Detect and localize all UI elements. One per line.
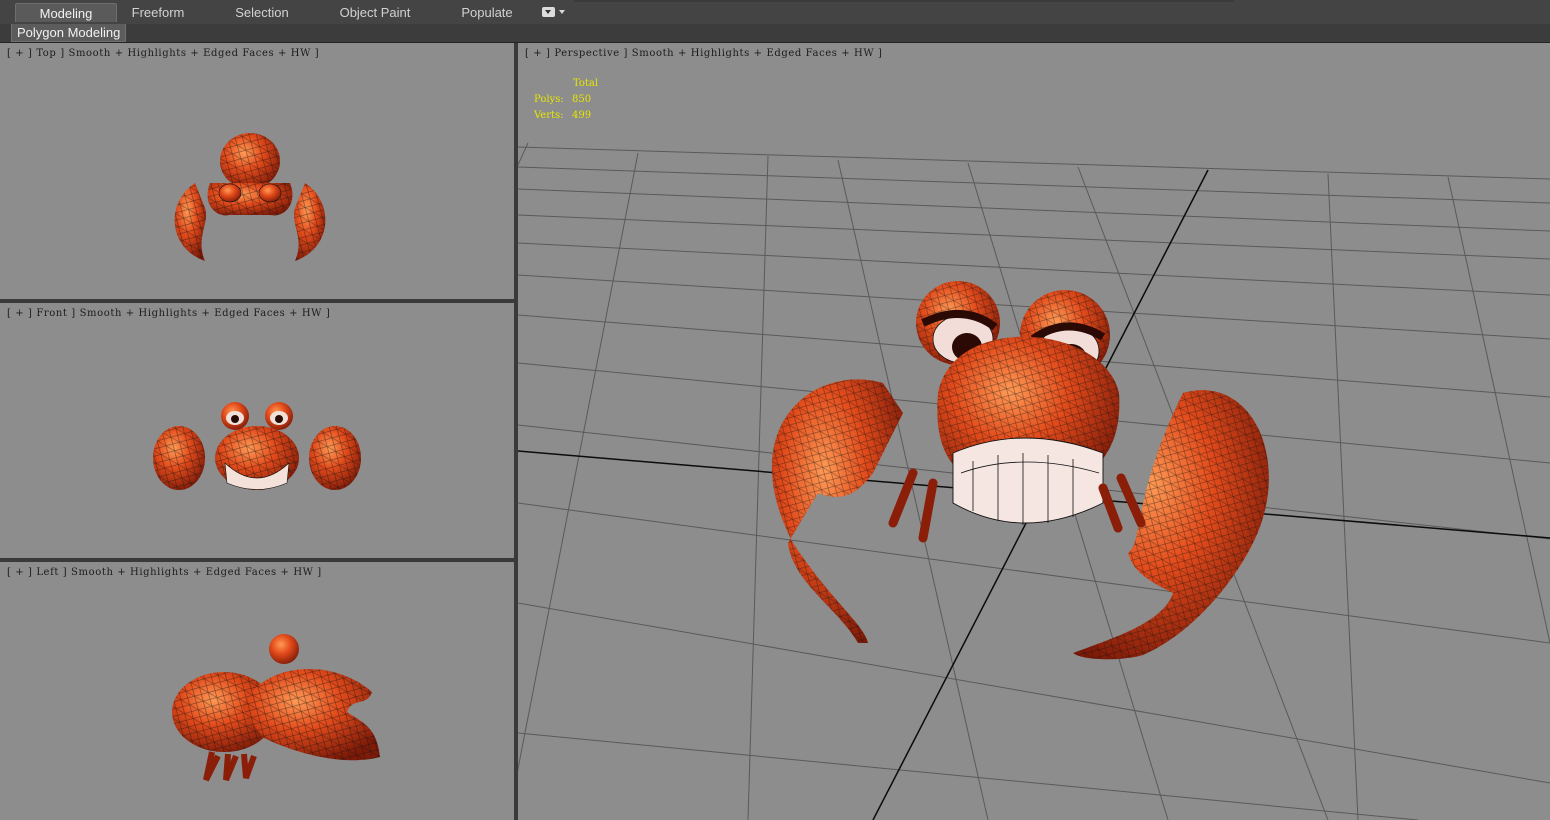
viewport-menu-icon[interactable]	[542, 6, 568, 18]
tab-freeform[interactable]: Freeform	[113, 3, 203, 22]
tab-populate[interactable]: Populate	[448, 3, 526, 22]
crab-model-icon	[174, 133, 326, 261]
crab-model-perspective[interactable]	[771, 281, 1269, 660]
ribbon-tabs: Modeling Freeform Selection Object Paint…	[0, 0, 1550, 25]
ribbon-panel-bar: Polygon Modeling	[0, 24, 1550, 43]
perspective-grid	[518, 142, 1550, 820]
viewport-left[interactable]: [ + ] Left ] Smooth + Highlights + Edged…	[0, 562, 514, 820]
tab-modeling[interactable]: Modeling	[15, 3, 117, 22]
tab-object-paint[interactable]: Object Paint	[328, 3, 422, 22]
viewport-front[interactable]: [ + ] Front ] Smooth + Highlights + Edge…	[0, 303, 514, 558]
crab-model-icon	[153, 402, 361, 490]
crab-model-icon	[172, 634, 380, 782]
tab-selection[interactable]: Selection	[218, 3, 306, 22]
polygon-modeling-button[interactable]: Polygon Modeling	[11, 24, 127, 42]
viewport-top[interactable]: [ + ] Top ] Smooth + Highlights + Edged …	[0, 43, 514, 299]
ribbon-divider	[574, 0, 1234, 2]
viewport-perspective[interactable]: [ + ] Perspective ] Smooth + Highlights …	[518, 43, 1550, 820]
